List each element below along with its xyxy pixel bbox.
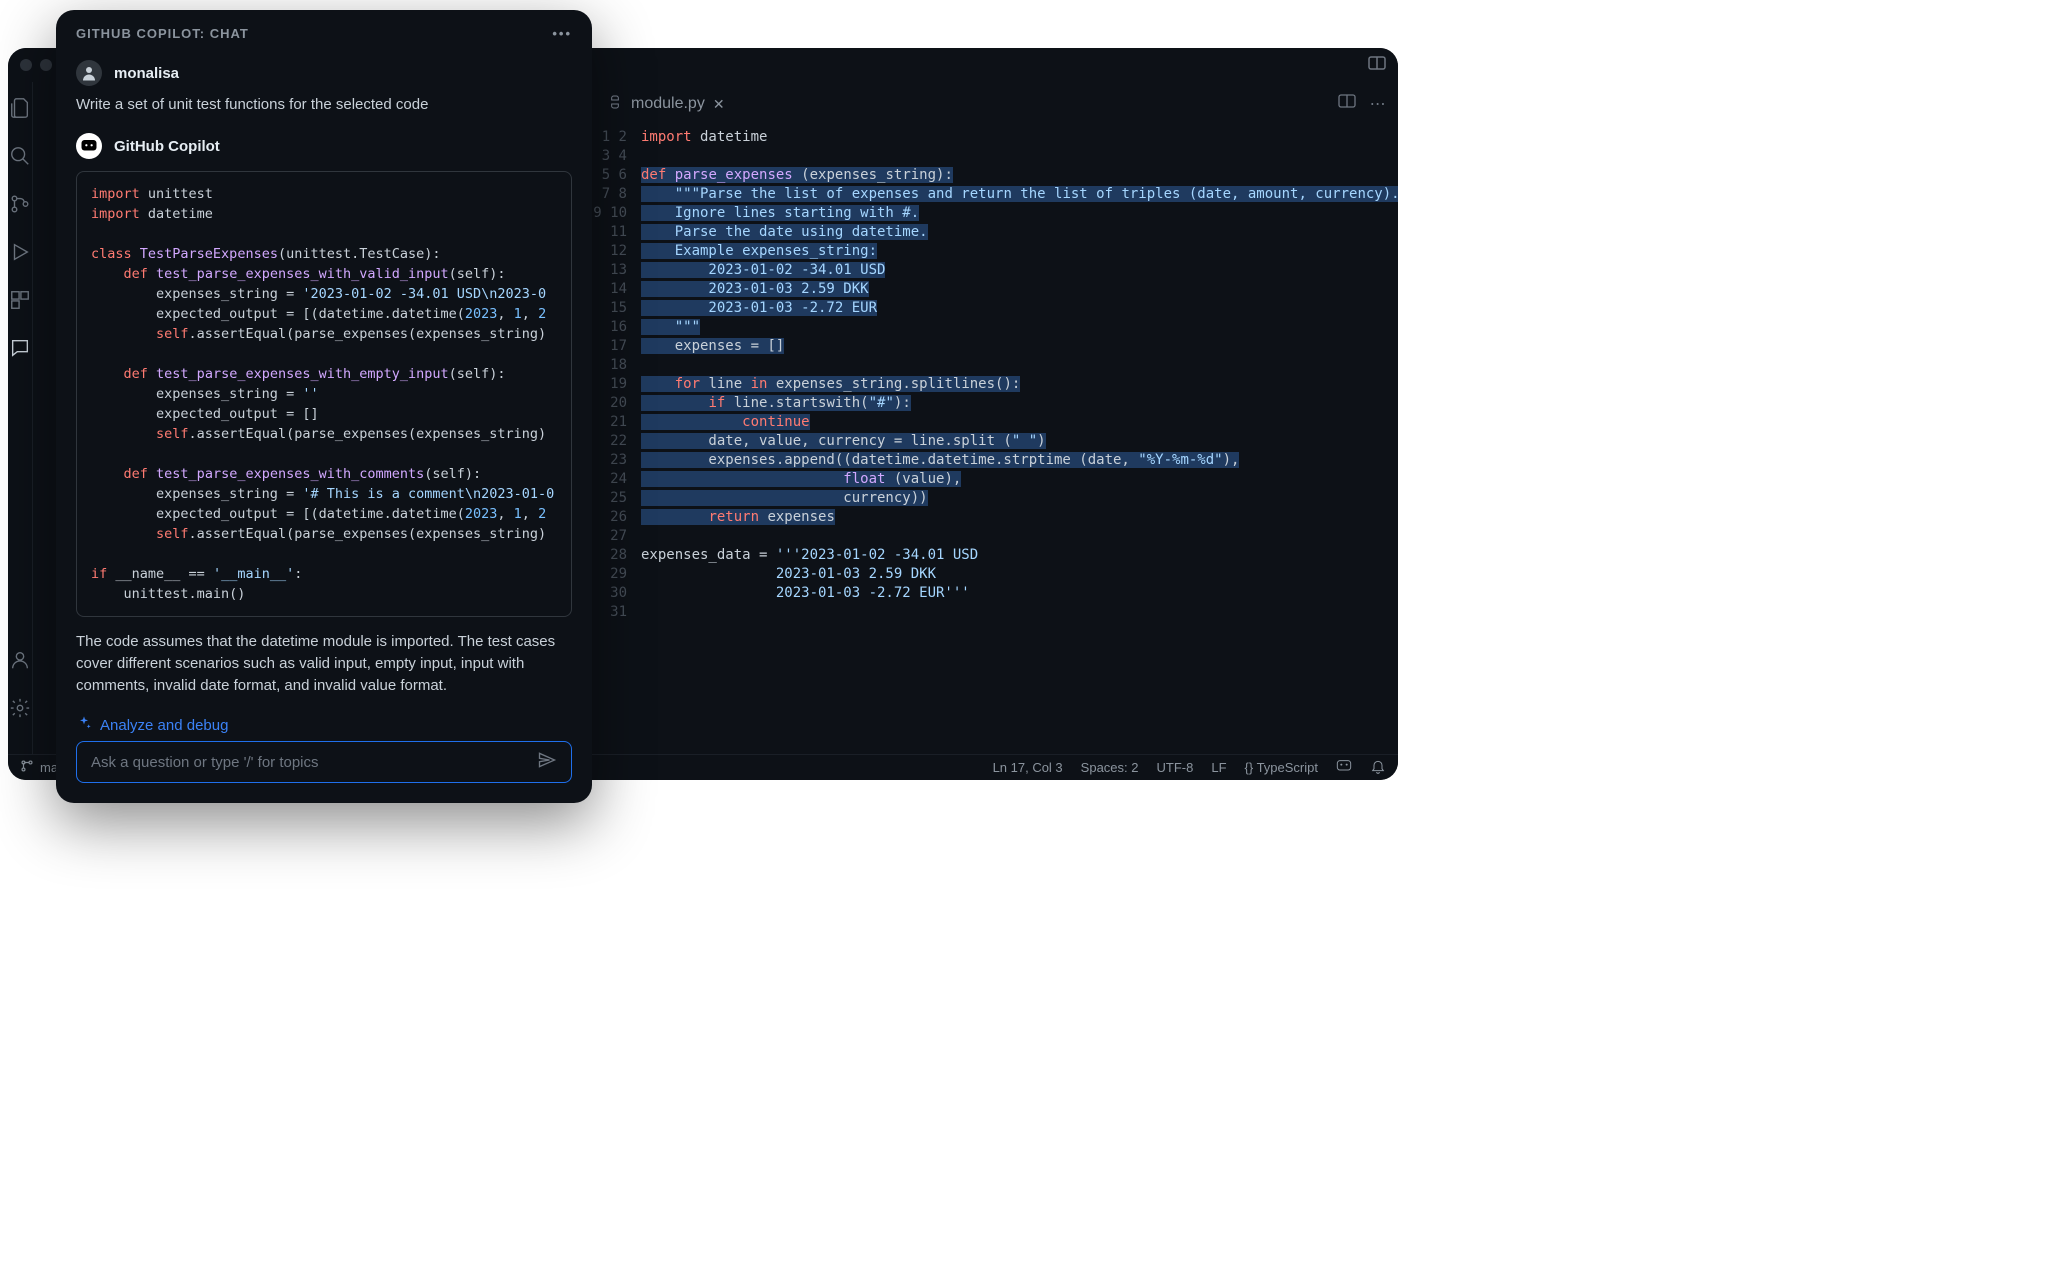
run-debug-icon[interactable] [8,240,32,264]
chat-more-icon[interactable]: ••• [552,26,572,41]
send-icon[interactable] [537,750,557,775]
user-message-header: monalisa [76,60,572,86]
chat-icon[interactable] [8,336,32,360]
line-numbers: 1 2 3 4 5 6 7 8 9 10 11 12 13 14 15 16 1… [593,126,641,754]
account-icon[interactable] [8,648,32,672]
split-editor-icon[interactable] [1338,94,1356,114]
notifications-icon[interactable] [1370,758,1386,777]
assistant-name: GitHub Copilot [114,138,220,155]
editor-tab[interactable]: module.py ✕ [593,82,739,126]
copilot-chat-panel: GITHUB COPILOT: CHAT ••• monalisa Write … [56,10,592,803]
copilot-status-icon[interactable] [1336,758,1352,777]
user-prompt: Write a set of unit test functions for t… [76,96,572,113]
assistant-message-header: GitHub Copilot [76,133,572,159]
source-control-icon[interactable] [8,192,32,216]
editor-tab-filename: module.py [631,95,705,113]
copilot-avatar-icon [76,133,102,159]
code-response-block[interactable]: import unittest import datetime class Te… [76,171,572,617]
cursor-position[interactable]: Ln 17, Col 3 [993,760,1063,775]
settings-gear-icon[interactable] [8,696,32,720]
code-content[interactable]: import datetime def parse_expenses (expe… [641,126,1398,754]
username: monalisa [114,65,179,82]
language-mode[interactable]: {} TypeScript [1245,760,1318,775]
encoding[interactable]: UTF-8 [1157,760,1194,775]
python-file-icon [607,94,623,115]
eol[interactable]: LF [1211,760,1226,775]
chat-input-container[interactable] [76,741,572,783]
assistant-explanation: The code assumes that the datetime modul… [76,631,572,697]
user-avatar-icon [76,60,102,86]
files-icon[interactable] [8,96,32,120]
extensions-icon[interactable] [8,288,32,312]
search-icon[interactable] [8,144,32,168]
panel-toggle-icon[interactable] [1368,56,1386,75]
suggestion-label: Analyze and debug [100,717,228,734]
branch-icon[interactable] [20,759,34,776]
chat-header: GITHUB COPILOT: CHAT ••• [56,10,592,56]
chat-input[interactable] [91,754,537,771]
suggestion-analyze-debug[interactable]: Analyze and debug [76,715,572,735]
close-tab-icon[interactable]: ✕ [713,96,725,113]
sparkle-icon [76,715,92,735]
chat-title: GITHUB COPILOT: CHAT [76,26,249,41]
activity-bar [8,82,33,754]
more-actions-icon[interactable]: ⋯ [1370,94,1386,114]
indentation[interactable]: Spaces: 2 [1081,760,1139,775]
